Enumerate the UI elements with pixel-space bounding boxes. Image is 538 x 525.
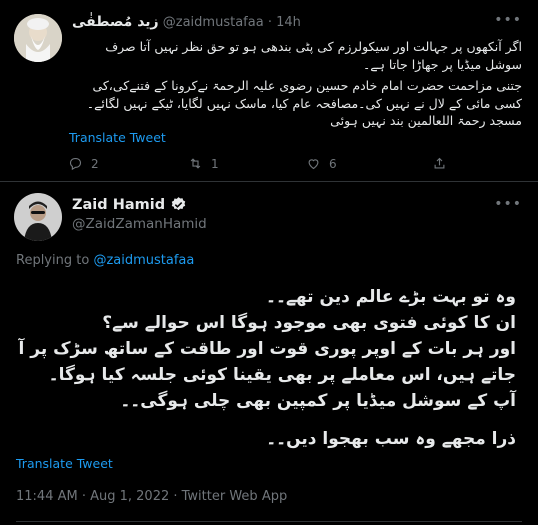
reply-icon: [69, 157, 82, 171]
reply-tweet[interactable]: زید مُصطفٰی @zaidmustafaa · 14h ••• اگر …: [0, 0, 538, 182]
tweet-paragraph: اگر آنکھوں پر جہالت اور سیکولرزم کی پٹی …: [105, 39, 522, 72]
replying-prefix: Replying to: [16, 253, 90, 268]
tweet-paragraph: جتنی مزاحمت حضرت امام خادم حسین رضوی علی…: [86, 78, 522, 128]
like-icon: [308, 159, 319, 170]
tweet-line: ان کا کوئی فتوی بھی موجود ہوگا اس حوالے …: [102, 313, 516, 333]
author-handle[interactable]: @zaidmustafaa: [163, 15, 264, 30]
more-icon[interactable]: •••: [494, 12, 522, 28]
like-button[interactable]: 6: [306, 156, 337, 171]
tweet-line: وہ تو بہت بڑے عالم دین تھے۔۔: [266, 287, 516, 307]
retweet-button[interactable]: 1: [188, 156, 219, 171]
share-button[interactable]: [432, 156, 447, 171]
replying-to: Replying to @zaidmustafaa: [16, 253, 194, 268]
avatar[interactable]: [14, 193, 62, 241]
share-icon: [434, 157, 445, 169]
tweet-text: وہ تو بہت بڑے عالم دین تھے۔۔ ان کا کوئی …: [16, 284, 516, 452]
tweet-line: ذرا مجھے وہ سب بھجوا دیں۔۔: [266, 429, 516, 449]
avatar[interactable]: [14, 14, 62, 62]
verified-badge-icon: [171, 197, 186, 211]
avatar-image: [14, 193, 62, 241]
translate-tweet-link[interactable]: Translate Tweet: [16, 456, 113, 471]
tweet-text: اگر آنکھوں پر جہالت اور سیکولرزم کی پٹی …: [72, 38, 522, 134]
avatar-image: [14, 14, 62, 62]
translate-tweet-link[interactable]: Translate Tweet: [69, 130, 166, 145]
author-name-row: Zaid Hamid: [72, 196, 187, 213]
author-handle[interactable]: @ZaidZamanHamid: [72, 216, 207, 232]
reply-button[interactable]: 2: [68, 156, 99, 171]
reply-tweet-header: زید مُصطفٰی @zaidmustafaa · 14h: [72, 14, 498, 34]
author-name[interactable]: Zaid Hamid: [72, 197, 165, 213]
author-name[interactable]: زید مُصطفٰی: [72, 14, 159, 30]
tweet-line: اور ہر بات کے اوپر پوری قوت اور طاقت کے …: [18, 339, 516, 385]
tweet-line: آپ کے سوشل میڈیا پر کمپین بھی چلی ہوگی۔۔: [120, 391, 516, 411]
reply-count: 2: [91, 156, 99, 171]
retweet-count: 1: [211, 156, 219, 171]
more-icon[interactable]: •••: [494, 196, 522, 212]
tweet-time[interactable]: 14h: [276, 15, 301, 30]
tweet-timestamp[interactable]: 11:44 AM · Aug 1, 2022 · Twitter Web App: [16, 489, 287, 504]
separator: ·: [267, 15, 272, 30]
like-count: 6: [329, 156, 337, 171]
retweet-icon: [190, 158, 201, 169]
replying-handle-link[interactable]: @zaidmustafaa: [93, 253, 194, 268]
tweet-actions: 2 1 6: [68, 156, 488, 174]
divider: [16, 521, 522, 522]
